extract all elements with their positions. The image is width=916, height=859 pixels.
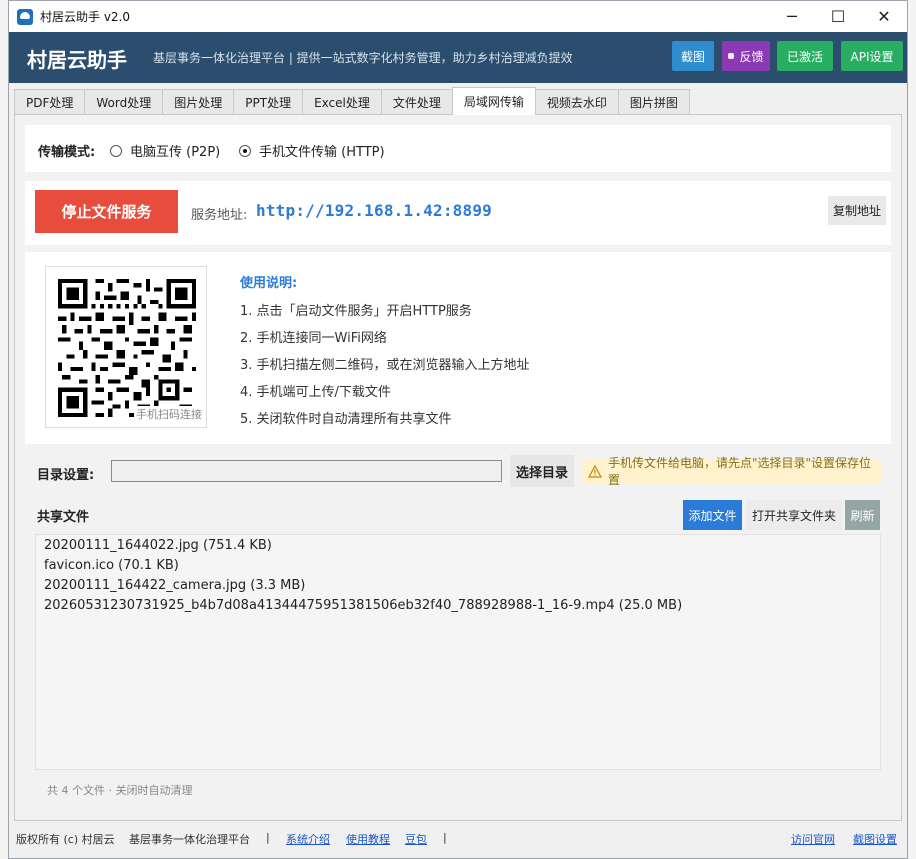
server-card: 停止文件服务 服务地址: http://192.168.1.42:8899 复制… [25, 181, 891, 245]
shared-file-list[interactable]: 20200111_1644022.jpg (751.4 KB) favicon.… [35, 534, 881, 770]
tab-excel[interactable]: Excel处理 [302, 89, 382, 115]
directory-tip: 手机传文件给电脑，请先点"选择目录"设置保存位置 [582, 456, 882, 487]
tab-bar: PDF处理 Word处理 图片处理 PPT处理 Excel处理 文件处理 局域网… [14, 87, 690, 115]
qr-caption: 手机扫码连接 [134, 406, 202, 422]
directory-label: 目录设置: [37, 468, 95, 483]
qr-code: 手机扫码连接 [45, 266, 207, 428]
tab-ppt[interactable]: PPT处理 [233, 89, 304, 115]
status-bar: 版权所有 (c) 村居云 基层事务一体化治理平台 | 系统介绍 使用教程 豆包 … [9, 829, 907, 847]
list-item[interactable]: 20260531230731925_b4b7d08a41344475951381… [44, 598, 682, 613]
tab-word[interactable]: Word处理 [84, 89, 164, 115]
instruction-item: 4. 手机端可上传/下载文件 [240, 385, 391, 400]
brand-title: 村居云助手 [27, 48, 127, 72]
close-button[interactable]: ✕ [861, 1, 907, 32]
radio-p2p-label: 电脑互传 (P2P) [130, 145, 221, 160]
qr-code-image [58, 279, 196, 417]
warning-icon [588, 464, 602, 478]
window-title: 村居云助手 v2.0 [40, 10, 131, 24]
maximize-button[interactable]: ☐ [815, 1, 861, 32]
minimize-button[interactable]: ─ [769, 1, 815, 32]
tab-pdf[interactable]: PDF处理 [14, 89, 86, 115]
add-file-button[interactable]: 添加文件 [683, 500, 742, 530]
separator: | [266, 831, 270, 844]
tab-image[interactable]: 图片处理 [162, 89, 235, 115]
activated-button[interactable]: 已激活 [777, 41, 833, 71]
api-settings-button[interactable]: API设置 [841, 41, 903, 71]
separator: | [443, 831, 447, 844]
chat-icon [728, 53, 735, 59]
select-directory-button[interactable]: 选择目录 [510, 455, 574, 487]
window-controls: ─ ☐ ✕ [769, 1, 907, 32]
lan-transfer-panel: 传输模式: 电脑互传 (P2P) 手机文件传输 (HTTP) 停止文件服务 服务… [14, 114, 902, 821]
app-window: 村居云助手 v2.0 ─ ☐ ✕ 村居云助手 基层事务一体化治理平台 | 提供一… [8, 0, 908, 859]
directory-tip-text: 手机传文件给电脑，请先点"选择目录"设置保存位置 [607, 456, 871, 487]
app-cloud-icon [17, 8, 33, 25]
copy-address-button[interactable]: 复制地址 [828, 196, 886, 225]
link-tutorial[interactable]: 使用教程 [346, 831, 390, 847]
link-system-intro[interactable]: 系统介绍 [286, 831, 330, 847]
header-banner: 村居云助手 基层事务一体化治理平台 | 提供一站式数字化村务管理，助力乡村治理减… [9, 32, 907, 83]
platform-text: 基层事务一体化治理平台 [129, 833, 250, 846]
radio-p2p[interactable]: 电脑互传 (P2P) [110, 141, 220, 160]
radio-http[interactable]: 手机文件传输 (HTTP) [239, 141, 385, 160]
link-official-site[interactable]: 访问官网 [791, 831, 835, 847]
link-doubao[interactable]: 豆包 [405, 831, 427, 847]
tab-video-watermark[interactable]: 视频去水印 [534, 89, 619, 115]
brand-slogan: 基层事务一体化治理平台 | 提供一站式数字化村务管理，助力乡村治理减负提效 [153, 51, 573, 65]
tab-file[interactable]: 文件处理 [380, 89, 453, 115]
mode-card: 传输模式: 电脑互传 (P2P) 手机文件传输 (HTTP) [25, 125, 891, 172]
instruction-item: 1. 点击「启动文件服务」开启HTTP服务 [240, 304, 472, 319]
feedback-button[interactable]: 反馈 [722, 41, 770, 71]
tab-image-collage[interactable]: 图片拼图 [617, 89, 690, 115]
desktop-background-right [907, 0, 916, 859]
screenshot-button[interactable]: 截图 [672, 41, 714, 71]
open-shared-folder-button[interactable]: 打开共享文件夹 [746, 500, 842, 530]
title-bar: 村居云助手 v2.0 ─ ☐ ✕ [9, 1, 907, 32]
instruction-item: 5. 关闭软件时自动清理所有共享文件 [240, 412, 452, 427]
link-screenshot-settings[interactable]: 截图设置 [853, 831, 897, 847]
server-address: http://192.168.1.42:8899 [256, 201, 492, 220]
file-count-footer: 共 4 个文件 · 关闭时自动清理 [47, 784, 193, 797]
shared-files-title: 共享文件 [37, 510, 90, 525]
directory-input[interactable] [111, 460, 502, 482]
qr-card: 手机扫码连接 使用说明: 1. 点击「启动文件服务」开启HTTP服务 2. 手机… [25, 252, 891, 444]
feedback-label: 反馈 [739, 49, 764, 64]
mode-label: 传输模式: [38, 145, 96, 160]
radio-http-label: 手机文件传输 (HTTP) [259, 145, 385, 160]
instructions-title: 使用说明: [240, 276, 298, 291]
list-item[interactable]: favicon.ico (70.1 KB) [44, 558, 179, 573]
instruction-item: 3. 手机扫描左侧二维码，或在浏览器输入上方地址 [240, 358, 530, 373]
list-item[interactable]: 20200111_164422_camera.jpg (3.3 MB) [44, 578, 305, 593]
radio-dot [110, 144, 122, 157]
list-item[interactable]: 20200111_1644022.jpg (751.4 KB) [44, 538, 272, 553]
stop-service-button[interactable]: 停止文件服务 [35, 190, 178, 233]
address-label: 服务地址: [191, 208, 248, 223]
refresh-button[interactable]: 刷新 [845, 500, 880, 530]
copyright-text: 版权所有 (c) 村居云 [16, 833, 115, 846]
instruction-item: 2. 手机连接同一WiFi网络 [240, 331, 387, 346]
tab-lan-transfer[interactable]: 局域网传输 [451, 87, 536, 115]
radio-dot-selected [239, 144, 251, 157]
